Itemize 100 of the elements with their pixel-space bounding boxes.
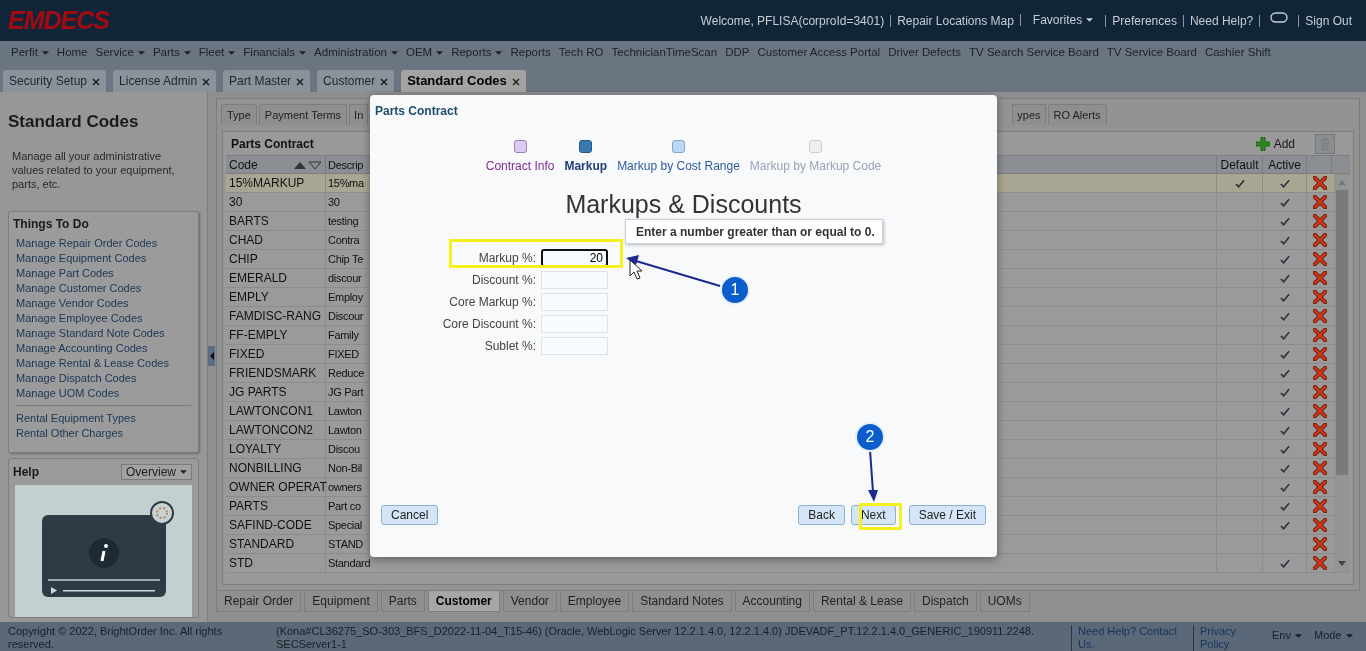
delete-row-icon[interactable] [1312, 404, 1327, 418]
bottom-tab[interactable]: Parts [380, 591, 425, 612]
delete-row-icon[interactable] [1312, 366, 1327, 380]
menu-item[interactable]: Customer Access Portal [757, 43, 881, 62]
menu-item[interactable]: DDP [725, 43, 750, 62]
overview-dropdown[interactable]: Overview [121, 463, 192, 480]
delete-row-icon[interactable] [1312, 385, 1327, 399]
task-link[interactable]: Manage Employee Codes [16, 310, 143, 326]
menu-item[interactable]: Tech RO [558, 43, 604, 62]
delete-row-icon[interactable] [1312, 461, 1327, 475]
step-label[interactable]: Markup by Cost Range [617, 157, 740, 175]
menu-item[interactable]: Reports [510, 43, 551, 62]
bottom-tab[interactable]: Accounting [734, 591, 810, 612]
delete-row-icon[interactable] [1312, 252, 1327, 266]
task-link[interactable]: Manage Vendor Codes [16, 295, 129, 311]
delete-row-icon[interactable] [1312, 537, 1327, 551]
delete-row-icon[interactable] [1312, 176, 1327, 190]
task-link[interactable]: Manage Customer Codes [16, 280, 142, 296]
menu-item[interactable]: Financials [243, 43, 307, 62]
delete-row-icon[interactable] [1312, 442, 1327, 456]
task-link[interactable]: Manage Standard Note Codes [16, 325, 165, 341]
header-link[interactable]: Favorites [1019, 13, 1106, 26]
dialog-button[interactable]: Save / Exit [908, 505, 986, 525]
menu-item[interactable]: TV Service Board [1106, 43, 1197, 62]
section-tab[interactable]: Type [221, 104, 257, 125]
section-tab[interactable]: In [349, 104, 369, 125]
menu-item[interactable]: Perfit [11, 43, 49, 62]
header-link[interactable]: Preferences [1105, 14, 1183, 27]
bottom-tab[interactable]: Equipment [304, 591, 378, 612]
menu-item[interactable]: Driver Defects [888, 43, 962, 62]
delete-row-icon[interactable] [1312, 556, 1327, 570]
header-link[interactable]: Sign Out [1298, 14, 1358, 27]
task-link[interactable]: Manage Repair Order Codes [16, 235, 158, 251]
close-icon[interactable] [296, 78, 305, 86]
sort-icon[interactable] [294, 160, 322, 170]
collapse-handle[interactable] [208, 346, 215, 366]
menu-item[interactable]: Reports [451, 43, 503, 62]
section-tab[interactable]: RO Alerts [1047, 104, 1107, 125]
delete-row-icon[interactable] [1312, 309, 1327, 323]
task-link[interactable]: Rental Other Charges [16, 425, 123, 441]
task-link[interactable]: Manage Accounting Codes [16, 340, 148, 356]
input-field[interactable] [541, 293, 608, 311]
delete-row-icon[interactable] [1312, 328, 1327, 342]
bottom-tab[interactable]: Standard Notes [632, 591, 732, 612]
input-field[interactable] [541, 271, 608, 289]
delete-row-icon[interactable] [1312, 518, 1327, 532]
menu-item[interactable]: Service [95, 43, 145, 62]
bottom-tab[interactable]: Repair Order [216, 591, 302, 612]
document-tab[interactable]: Standard Codes [401, 70, 526, 92]
section-tab[interactable]: Payment Terms [258, 104, 348, 125]
footer-menu[interactable]: Mode [1313, 629, 1353, 642]
menu-item[interactable]: Home [56, 43, 88, 62]
menu-item[interactable]: Administration [314, 43, 398, 62]
delete-row-icon[interactable] [1312, 499, 1327, 513]
scrollbar-thumb[interactable] [1336, 190, 1348, 475]
delete-row-icon[interactable] [1312, 347, 1327, 361]
step-label[interactable]: Markup [564, 157, 608, 175]
task-link[interactable]: Manage UOM Codes [16, 385, 120, 401]
scrollbar[interactable] [1334, 174, 1350, 572]
menu-item[interactable]: Fleet [198, 43, 236, 62]
dialog-button[interactable]: Cancel [381, 505, 439, 525]
document-tab[interactable]: Customer [317, 70, 395, 92]
delete-row-icon[interactable] [1312, 423, 1327, 437]
task-link[interactable]: Manage Equipment Codes [16, 250, 147, 266]
document-tab[interactable]: License Admin [113, 70, 217, 92]
section-tab[interactable]: ypes [1012, 104, 1046, 125]
menu-item[interactable]: Cashier Shift [1204, 43, 1271, 62]
document-tab[interactable]: Security Setup [3, 70, 107, 92]
document-tab[interactable]: Part Master [223, 70, 311, 92]
bottom-tab[interactable]: UOMs [979, 591, 1030, 612]
add-button[interactable]: Add [1255, 134, 1295, 153]
input-field[interactable] [541, 337, 608, 355]
chat-icon[interactable] [1270, 12, 1289, 23]
menu-item[interactable]: OEM [405, 43, 444, 62]
menu-item[interactable]: TV Search Service Board [969, 43, 1099, 62]
delete-row-icon[interactable] [1312, 195, 1327, 209]
delete-row-icon[interactable] [1312, 214, 1327, 228]
close-icon[interactable] [380, 78, 389, 86]
footer-menu[interactable]: Env [1272, 629, 1302, 642]
close-icon[interactable] [202, 78, 211, 86]
input-field[interactable] [541, 315, 608, 333]
dialog-button[interactable]: Back [798, 505, 845, 525]
task-link[interactable]: Manage Part Codes [16, 265, 114, 281]
bottom-tab[interactable]: Customer [427, 591, 500, 612]
delete-row-icon[interactable] [1312, 480, 1327, 494]
step-label[interactable]: Contract Info [485, 157, 555, 175]
bottom-tab[interactable]: Dispatch [914, 591, 977, 612]
delete-row-icon[interactable] [1312, 233, 1327, 247]
menu-item[interactable]: TechnicianTimeScan [611, 43, 718, 62]
bottom-tab[interactable]: Employee [559, 591, 630, 612]
header-link[interactable]: Repair Locations Map [890, 14, 1020, 27]
task-link[interactable]: Rental Equipment Types [16, 410, 136, 426]
task-link[interactable]: Manage Rental & Lease Codes [16, 355, 169, 371]
bottom-tab[interactable]: Vendor [502, 591, 557, 612]
bottom-tab[interactable]: Rental & Lease [812, 591, 911, 612]
close-icon[interactable] [511, 78, 520, 86]
delete-row-icon[interactable] [1312, 290, 1327, 304]
task-link[interactable]: Manage Dispatch Codes [16, 370, 137, 386]
delete-row-icon[interactable] [1312, 271, 1327, 285]
menu-item[interactable]: Parts [152, 43, 191, 62]
